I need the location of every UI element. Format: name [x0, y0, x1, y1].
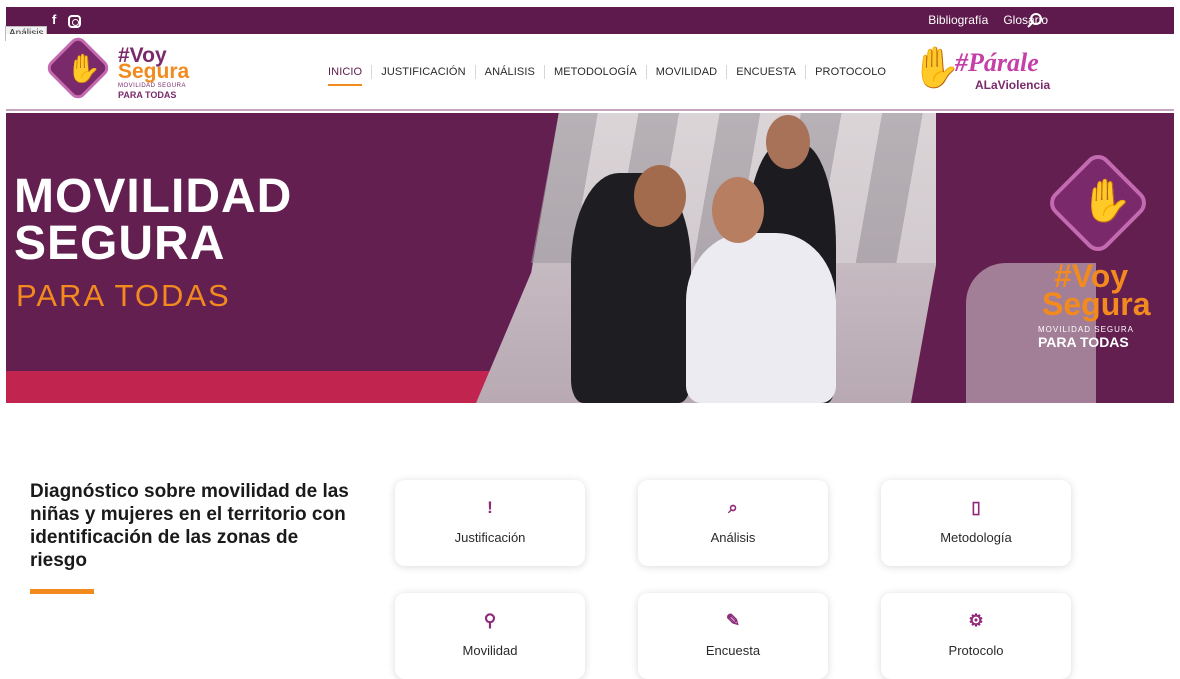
card-metodologia[interactable]: ▯ Metodología	[881, 480, 1071, 566]
card-encuesta[interactable]: ✎ Encuesta	[638, 593, 828, 679]
voy-segura-logo[interactable]: ✋ #Voy Segura MOVILIDAD SEGURA PARA TODA…	[44, 34, 206, 106]
main-nav: INICIO JUSTIFICACIÓN ANÁLISIS METODOLOGÍ…	[319, 65, 895, 86]
hero-person-officer-head	[766, 115, 810, 169]
logo-text-segura: Segura	[118, 60, 190, 83]
hero-title-line1: MOVILIDAD	[14, 170, 293, 223]
logo-text-para-todas: PARA TODAS	[118, 90, 177, 100]
edit-icon: ✎	[725, 611, 741, 630]
card-protocolo[interactable]: ⚙ Protocolo	[881, 593, 1071, 679]
logo-text-movilidad: MOVILIDAD SEGURA	[118, 83, 187, 89]
card-label: Movilidad	[462, 643, 518, 658]
search-icon[interactable]	[1026, 12, 1044, 30]
site-header: ✋ #Voy Segura MOVILIDAD SEGURA PARA TODA…	[6, 34, 1174, 111]
hand-icon: ✋	[911, 46, 961, 90]
hero-title: MOVILIDAD SEGURA	[14, 170, 293, 270]
nav-analisis[interactable]: ANÁLISIS	[476, 65, 545, 79]
clipboard-icon: ▯	[971, 498, 981, 517]
bibliografia-link[interactable]: Bibliografía	[928, 13, 988, 27]
logo2-text-parale: #Párale	[955, 48, 1039, 77]
logo2-text-violencia: ALaViolencia	[975, 78, 1051, 92]
hero-subtitle: PARA TODAS	[16, 278, 231, 313]
nav-metodologia[interactable]: METODOLOGÍA	[545, 65, 647, 79]
facebook-icon[interactable]: f	[52, 11, 56, 29]
exclamation-icon: !	[487, 498, 493, 517]
card-movilidad[interactable]: ⚲ Movilidad	[395, 593, 585, 679]
hero-person-driver-head	[634, 165, 686, 227]
parale-logo[interactable]: ✋ #Párale ALaViolencia	[909, 44, 1069, 106]
card-label: Protocolo	[948, 643, 1004, 658]
hero-bus-window	[531, 113, 936, 263]
search-icon: ⌕	[728, 498, 738, 517]
card-justificacion[interactable]: ! Justificación	[395, 480, 585, 566]
nav-movilidad[interactable]: MOVILIDAD	[647, 65, 728, 79]
nav-encuesta[interactable]: ENCUESTA	[727, 65, 807, 79]
card-label: Análisis	[710, 530, 756, 545]
nav-justificacion[interactable]: JUSTIFICACIÓN	[372, 65, 476, 79]
hero-logo-segura: Segura	[1042, 286, 1151, 322]
card-label: Encuesta	[705, 643, 761, 658]
gear-icon: ⚙	[968, 611, 984, 630]
nav-inicio[interactable]: INICIO	[319, 65, 373, 86]
social-links: f	[52, 11, 82, 29]
card-label: Justificación	[454, 530, 526, 545]
hero-logo: ✋ #Voy Segura MOVILIDAD SEGURA PARA TODA…	[1036, 149, 1166, 363]
hero-person-woman-head	[712, 177, 764, 243]
card-analisis[interactable]: ⌕ Análisis	[638, 480, 828, 566]
hero-logo-para-todas: PARA TODAS	[1038, 334, 1129, 350]
hero-title-line2: SEGURA	[14, 217, 226, 270]
intro-heading: Diagnóstico sobre movilidad de las niñas…	[30, 481, 349, 571]
top-utility-bar: f Bibliografía Glosario	[6, 7, 1174, 34]
card-label: Metodología	[940, 530, 1012, 545]
hero-hand-dove-icon: ✋	[1080, 177, 1133, 224]
route-icon: ⚲	[483, 611, 497, 630]
hand-dove-icon: ✋	[66, 53, 101, 84]
hero-logo-movilidad: MOVILIDAD SEGURA	[1038, 325, 1135, 334]
intro-underline	[30, 589, 94, 594]
hero-person-woman-body	[686, 233, 836, 403]
nav-protocolo[interactable]: PROTOCOLO	[806, 65, 895, 79]
instagram-icon[interactable]	[68, 14, 82, 28]
hero-banner: MOVILIDAD SEGURA PARA TODAS ✋ #Voy Segur…	[6, 113, 1174, 403]
